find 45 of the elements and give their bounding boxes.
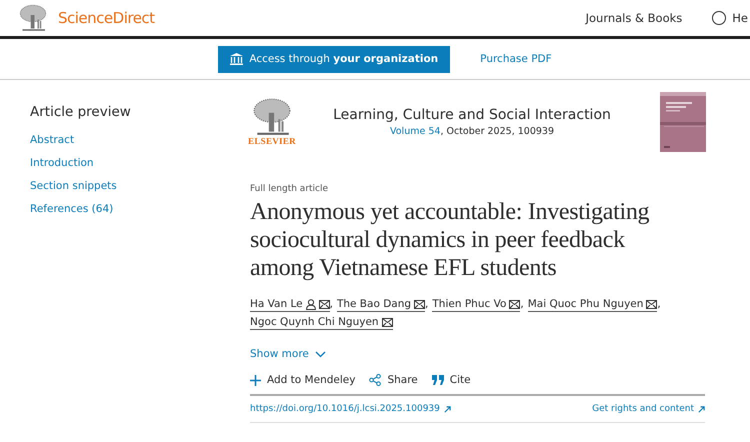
doi-link[interactable]: https://doi.org/10.1016/j.lcsi.2025.100939 [250, 404, 451, 414]
mail-icon [509, 300, 520, 308]
mail-icon [382, 318, 393, 326]
author-link[interactable]: Ngoc Quynh Chi Nguyen [250, 315, 393, 330]
external-link-icon [444, 406, 451, 412]
article-type: Full length article [250, 184, 330, 194]
quote-icon [432, 375, 444, 385]
sidebar-link[interactable]: Introduction [30, 157, 250, 169]
mail-icon [318, 300, 330, 308]
sidebar-link[interactable]: References (64) [30, 203, 250, 215]
external-link-icon [698, 406, 705, 412]
institution-icon [230, 53, 244, 65]
rights-link[interactable]: Get rights and content [592, 404, 705, 414]
author-link[interactable]: Mai Quoc Phu Nguyen [528, 297, 658, 312]
journal-details: Volume 54, October 2025, 100939 [388, 126, 555, 137]
tree-logo-icon [18, 4, 48, 32]
mail-icon [414, 300, 426, 308]
help-icon [712, 11, 726, 25]
purchase-pdf-link[interactable]: Purchase PDF [480, 53, 552, 65]
publisher-name: ELSEVIER [248, 136, 296, 146]
separator: , [520, 297, 524, 312]
action-button[interactable]: Share [369, 374, 418, 386]
sidebar-title: Article preview [30, 104, 132, 120]
action-button[interactable]: Add to Mendeley [250, 374, 356, 386]
separator: , [330, 297, 333, 312]
share-icon [369, 374, 382, 386]
access-button[interactable]: Access through your organization [218, 46, 450, 72]
separator: , [657, 297, 661, 312]
show-more-button[interactable]: Show more [250, 348, 326, 360]
mail-icon [646, 300, 658, 308]
help-link[interactable]: He [732, 11, 748, 25]
action-button[interactable]: Cite [432, 374, 471, 386]
author-link[interactable]: Thien Phuc Vo [432, 297, 520, 312]
chevron-down-icon [314, 350, 326, 358]
volume-link[interactable]: Volume 54 [390, 126, 440, 137]
author-link[interactable]: The Bao Dang [336, 297, 426, 312]
tree-logo-icon [251, 98, 293, 136]
journal-title[interactable]: Learning, Culture and Social Interaction [304, 107, 640, 123]
article-title: Anonymous yet accountable: Investigating sociocultural dynamics in peer feedback among Vietnamese EFL students [250, 198, 650, 282]
separator: , [425, 297, 428, 312]
person-icon [306, 298, 316, 310]
nav-link[interactable]: Journals & Books [586, 11, 682, 25]
sidebar-link[interactable]: Section snippets [30, 180, 250, 192]
plus-icon [250, 374, 261, 386]
author-link[interactable]: Ha Van Le [250, 297, 330, 312]
